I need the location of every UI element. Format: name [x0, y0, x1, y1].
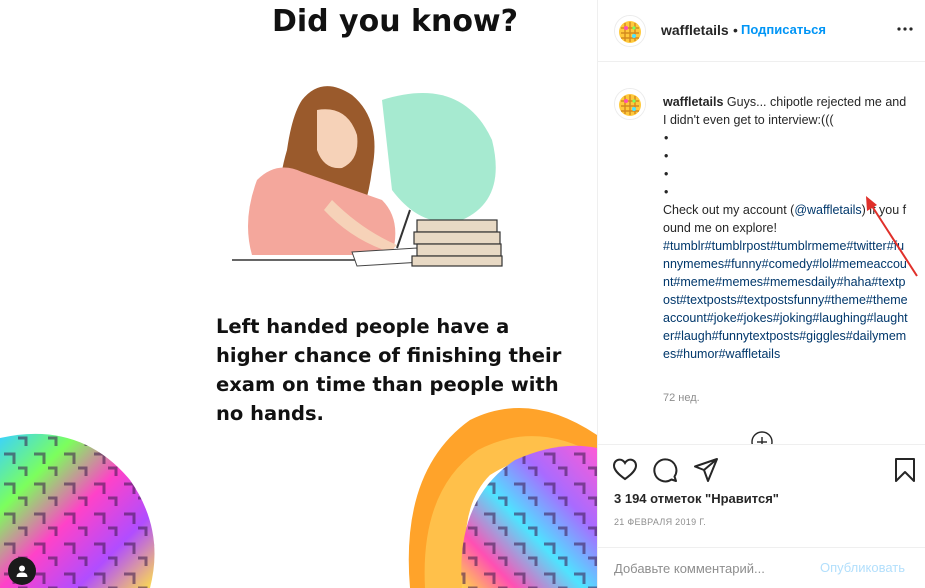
- likes-count[interactable]: 3 194 отметок "Нравится": [614, 491, 779, 506]
- post-media[interactable]: Did you know? Left handed people have a …: [0, 0, 597, 588]
- more-options-button[interactable]: [894, 18, 916, 40]
- caption-dot: •: [664, 167, 669, 181]
- hashtags[interactable]: #tumblr#tumblrpost#tumblrmeme#twitter#fu…: [663, 237, 911, 363]
- plus-circle-icon: [751, 431, 773, 444]
- header-username[interactable]: waffletails: [661, 22, 729, 38]
- follow-button[interactable]: Подписаться: [741, 22, 826, 37]
- post-side-panel: waffletails • Подписаться waffletails Gu…: [597, 0, 925, 588]
- caption-username[interactable]: waffletails: [663, 95, 723, 109]
- load-more-comments-button[interactable]: [751, 431, 773, 444]
- comment-bubble-icon: [653, 458, 678, 483]
- post-date[interactable]: 21 ФЕВРАЛЯ 2019 Г.: [614, 517, 706, 527]
- like-button[interactable]: [612, 457, 640, 485]
- caption-avatar[interactable]: [614, 88, 646, 120]
- waffle-avatar-image: [615, 16, 645, 46]
- meme-illustration: [232, 86, 503, 267]
- caption-text-promo: Check out my account (: [663, 203, 795, 217]
- caption-dot: •: [664, 149, 669, 163]
- caption-dot: •: [664, 185, 669, 199]
- bookmark-icon: [895, 458, 915, 482]
- share-button[interactable]: [693, 457, 721, 485]
- more-horizontal-icon: [897, 27, 913, 31]
- avatar[interactable]: [614, 15, 646, 47]
- comment-input[interactable]: [612, 557, 806, 579]
- meme-title: Did you know?: [271, 4, 519, 39]
- meme-caption: Left handed people have a higher chance …: [216, 315, 562, 425]
- caption-time-ago[interactable]: 72 нед.: [663, 392, 700, 404]
- post-header: waffletails • Подписаться: [598, 0, 925, 62]
- tagged-users-button[interactable]: [8, 557, 36, 585]
- caption-dot: •: [664, 131, 669, 145]
- comment-button[interactable]: [652, 457, 680, 485]
- comments-area[interactable]: waffletails Guys... chipotle rejected me…: [598, 62, 925, 444]
- user-icon: [16, 565, 28, 577]
- add-comment-form: Опубликовать: [598, 547, 925, 588]
- mention-link[interactable]: @waffletails: [794, 203, 861, 217]
- action-bar: [598, 444, 925, 494]
- header-separator: •: [733, 22, 738, 38]
- paper-plane-icon: [694, 458, 718, 482]
- waffle-avatar-image: [615, 89, 645, 119]
- save-button[interactable]: [893, 457, 921, 485]
- post-caption: waffletails Guys... chipotle rejected me…: [663, 93, 911, 363]
- publish-button[interactable]: Опубликовать: [820, 560, 905, 575]
- heart-icon: [612, 458, 638, 481]
